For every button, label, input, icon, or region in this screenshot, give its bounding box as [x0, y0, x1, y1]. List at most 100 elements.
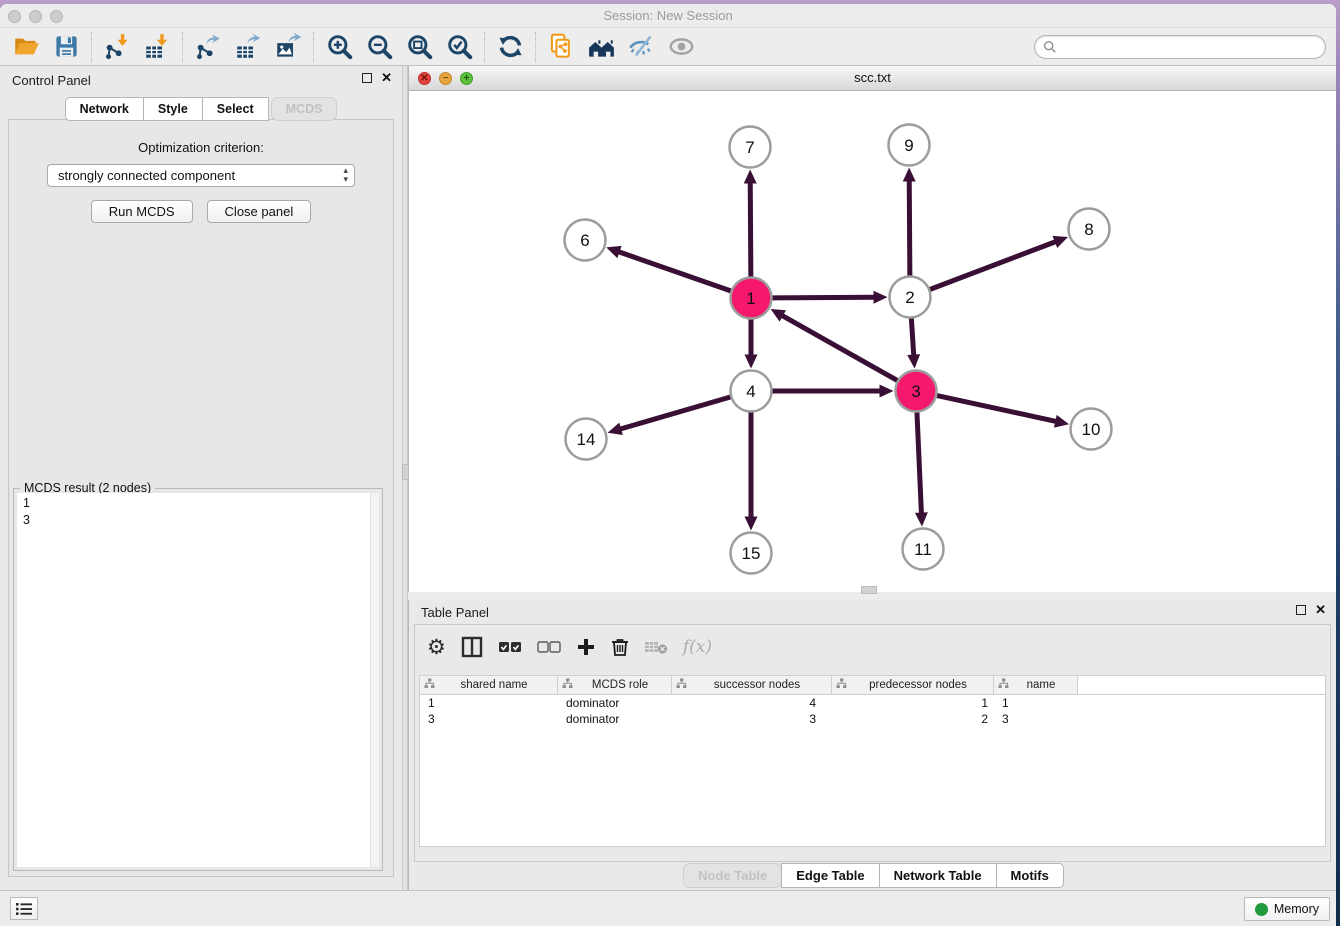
table-panel-header: Table Panel ✕: [409, 600, 1336, 624]
hide-selected-icon[interactable]: [621, 30, 661, 64]
table-row[interactable]: 3dominator323: [420, 711, 1325, 727]
tab-motifs[interactable]: Motifs: [996, 863, 1064, 888]
search-input[interactable]: [1057, 40, 1317, 54]
tab-network-table[interactable]: Network Table: [879, 863, 997, 888]
tab-edge-table[interactable]: Edge Table: [781, 863, 879, 888]
network-graph[interactable]: 1234678910111415: [409, 91, 1336, 592]
close-panel-button[interactable]: Close panel: [207, 200, 312, 223]
column-header-shared-name[interactable]: shared name: [420, 676, 558, 695]
tab-mcds[interactable]: MCDS: [271, 97, 338, 121]
tab-select[interactable]: Select: [202, 97, 269, 121]
edge-2-3[interactable]: [911, 318, 913, 356]
frame-close-icon[interactable]: ✕: [418, 72, 431, 85]
show-column-icon[interactable]: [461, 633, 483, 661]
toolbar-separator: [182, 32, 183, 62]
memory-status-icon: [1255, 903, 1268, 916]
tab-style[interactable]: Style: [143, 97, 203, 121]
column-header-MCDS-role[interactable]: MCDS role: [558, 676, 672, 695]
float-panel-icon[interactable]: [362, 73, 372, 83]
network-frame-titlebar[interactable]: ✕ − + scc.txt: [409, 66, 1336, 91]
dropdown-stepper-icon: ▴▾: [343, 166, 348, 184]
edge-1-7[interactable]: [750, 181, 751, 276]
table-cell[interactable]: dominator: [558, 695, 672, 711]
frame-minimize-icon[interactable]: −: [439, 72, 452, 85]
mcds-result-group: MCDS result (2 nodes) 1 3: [13, 488, 383, 871]
node-table[interactable]: shared nameMCDS rolesuccessor nodesprede…: [419, 675, 1326, 847]
table-cell[interactable]: 3: [420, 711, 558, 727]
search-box[interactable]: [1034, 35, 1326, 59]
network-canvas[interactable]: 1234678910111415: [409, 91, 1336, 592]
zoom-out-icon[interactable]: [359, 30, 399, 64]
edge-1-6[interactable]: [618, 251, 731, 291]
float-panel-icon[interactable]: [1296, 605, 1306, 615]
network-title: scc.txt: [409, 66, 1336, 90]
table-options-gear-icon[interactable]: ⚙: [427, 633, 446, 661]
splitter-grip[interactable]: [861, 586, 877, 594]
close-panel-icon[interactable]: ✕: [381, 73, 392, 83]
export-table-icon[interactable]: [228, 30, 268, 64]
search-icon: [1043, 40, 1057, 54]
delete-column-icon[interactable]: [611, 633, 629, 661]
import-network-icon[interactable]: [97, 30, 137, 64]
toolbar-separator: [313, 32, 314, 62]
minimize-window-button[interactable]: [29, 10, 42, 23]
refresh-layout-icon[interactable]: [490, 30, 530, 64]
table-cell[interactable]: 3: [994, 711, 1078, 727]
edge-3-11[interactable]: [917, 412, 922, 514]
edge-4-14[interactable]: [619, 397, 730, 429]
zoom-window-button[interactable]: [50, 10, 63, 23]
control-panel: Control Panel ✕ NetworkStyleSelectMCDS O…: [0, 66, 402, 890]
function-builder-disabled-icon: f(x): [683, 633, 712, 661]
toolbar-separator: [91, 32, 92, 62]
app-window: Session: New Session: [0, 4, 1336, 926]
table-cell[interactable]: 4: [672, 695, 832, 711]
table-cell[interactable]: 1: [994, 695, 1078, 711]
zoom-in-icon[interactable]: [319, 30, 359, 64]
control-panel-title: Control Panel: [12, 73, 91, 88]
table-cell[interactable]: 1: [420, 695, 558, 711]
control-panel-header: Control Panel ✕: [0, 66, 402, 94]
zoom-fit-icon[interactable]: [399, 30, 439, 64]
select-all-checkboxes-icon[interactable]: [498, 633, 522, 661]
criterion-dropdown[interactable]: strongly connected component ▴▾: [47, 164, 355, 187]
edge-2-9[interactable]: [909, 179, 910, 275]
result-scrollbar[interactable]: [370, 493, 379, 867]
node-label-3: 3: [911, 382, 920, 401]
open-file-icon[interactable]: [6, 30, 46, 64]
table-cell[interactable]: dominator: [558, 711, 672, 727]
table-cell[interactable]: 1: [832, 695, 994, 711]
task-history-button[interactable]: [10, 897, 38, 920]
export-image-icon[interactable]: [268, 30, 308, 64]
node-label-14: 14: [577, 430, 596, 449]
zoom-selected-icon[interactable]: [439, 30, 479, 64]
add-column-icon[interactable]: [576, 633, 596, 661]
edge-2-8[interactable]: [930, 241, 1057, 289]
frame-maximize-icon[interactable]: +: [460, 72, 473, 85]
export-network-icon[interactable]: [188, 30, 228, 64]
table-cell[interactable]: 2: [832, 711, 994, 727]
run-mcds-button[interactable]: Run MCDS: [91, 200, 193, 223]
deselect-all-checkboxes-icon[interactable]: [537, 633, 561, 661]
window-controls: [8, 10, 63, 23]
column-header-name[interactable]: name: [994, 676, 1078, 695]
edge-1-2[interactable]: [772, 297, 875, 298]
table-cell[interactable]: 3: [672, 711, 832, 727]
edge-3-10[interactable]: [937, 396, 1057, 422]
import-table-icon[interactable]: [137, 30, 177, 64]
column-header-successor-nodes[interactable]: successor nodes: [672, 676, 832, 695]
close-panel-icon[interactable]: ✕: [1315, 605, 1326, 615]
memory-button[interactable]: Memory: [1244, 897, 1330, 921]
edge-3-1[interactable]: [781, 315, 897, 381]
table-row[interactable]: 1dominator411: [420, 695, 1325, 711]
new-network-from-selection-icon[interactable]: [541, 30, 581, 64]
horizontal-splitter[interactable]: [408, 592, 1336, 600]
main-toolbar: [0, 28, 1336, 66]
first-neighbors-icon[interactable]: [581, 30, 621, 64]
column-header-predecessor-nodes[interactable]: predecessor nodes: [832, 676, 994, 695]
close-window-button[interactable]: [8, 10, 21, 23]
save-session-icon[interactable]: [46, 30, 86, 64]
mcds-result-list[interactable]: 1 3: [17, 493, 370, 867]
tab-network[interactable]: Network: [65, 97, 144, 121]
tab-node-table[interactable]: Node Table: [683, 863, 782, 888]
show-all-icon[interactable]: [661, 30, 701, 64]
